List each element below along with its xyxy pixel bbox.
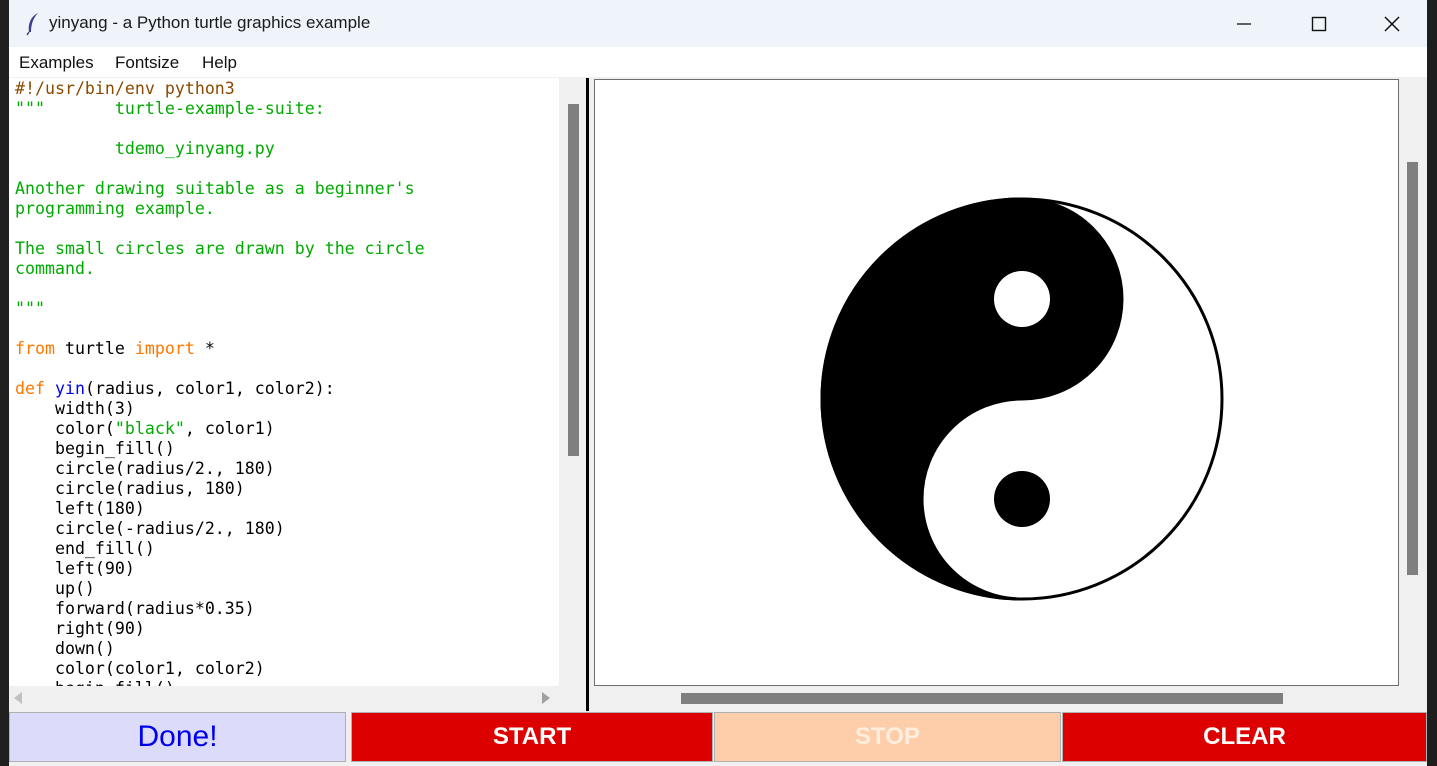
app-window: yinyang - a Python turtle graphics examp… (9, 0, 1427, 766)
code-line: forward(radius*0.35) (15, 599, 255, 619)
code-token: left(90) (15, 559, 135, 578)
minimize-icon (1237, 22, 1251, 25)
button-bar: Done! START STOP CLEAR (9, 712, 1427, 766)
yinyang-white-dot (994, 271, 1050, 327)
code-horizontal-scrollbar[interactable] (9, 686, 559, 711)
code-token: """ (15, 299, 45, 318)
maximize-icon (1311, 16, 1327, 31)
close-icon (1384, 15, 1400, 32)
code-line: def yin(radius, color1, color2): (15, 379, 335, 399)
code-line: circle(-radius/2., 180) (15, 519, 285, 539)
scroll-left-arrow-icon[interactable] (14, 692, 22, 704)
code-token: import (134, 339, 195, 358)
code-token: right(90) (15, 619, 145, 638)
code-token: width(3) (15, 399, 135, 418)
code-line: tdemo_yinyang.py (15, 139, 275, 159)
code-token: def (15, 379, 45, 398)
maximize-button[interactable] (1284, 0, 1354, 47)
code-line: """ (15, 299, 45, 319)
code-token: #!/usr/bin/env python3 (15, 79, 235, 98)
code-token: circle(-radius/2., 180) (15, 519, 285, 538)
code-token: tdemo_yinyang.py (15, 139, 275, 158)
code-token: command. (15, 259, 95, 278)
turtle-canvas[interactable] (594, 79, 1399, 686)
yinyang-drawing (820, 197, 1224, 601)
close-button[interactable] (1357, 0, 1427, 47)
canvas-vertical-scroll-thumb[interactable] (1407, 162, 1418, 575)
yinyang-black-dot (994, 471, 1050, 527)
menu-bar: Examples Fontsize Help (9, 47, 1427, 77)
code-line: end_fill() (15, 539, 155, 559)
feather-icon (26, 13, 38, 36)
code-token: begin_fill() (15, 439, 175, 458)
code-token: """ turtle-example-suite: (15, 99, 325, 118)
code-token: up() (15, 579, 95, 598)
code-token: circle(radius/2., 180) (15, 459, 275, 478)
menu-examples[interactable]: Examples (19, 53, 94, 73)
code-token: "black" (114, 419, 185, 438)
scroll-right-arrow-icon[interactable] (542, 692, 550, 704)
code-line: """ turtle-example-suite: (15, 99, 325, 119)
code-line: color("black", color1) (15, 419, 275, 439)
code-token: programming example. (15, 199, 215, 218)
code-line: left(90) (15, 559, 135, 579)
code-token: circle(radius, 180) (15, 479, 245, 498)
code-token: begin_fill() (15, 679, 175, 686)
code-line: left(180) (15, 499, 145, 519)
code-token: , color1) (184, 419, 275, 438)
clear-button[interactable]: CLEAR (1062, 712, 1427, 762)
done-button[interactable]: Done! (9, 712, 346, 762)
code-line: command. (15, 259, 95, 279)
code-token: color(color1, color2) (15, 659, 265, 678)
code-token: end_fill() (15, 539, 155, 558)
menu-help[interactable]: Help (202, 53, 237, 73)
code-token: Another drawing suitable as a beginner's (15, 179, 415, 198)
code-line: up() (15, 579, 95, 599)
canvas-horizontal-scroll-thumb[interactable] (681, 693, 1283, 704)
code-token: forward(radius*0.35) (15, 599, 255, 618)
code-token: turtle (54, 339, 135, 358)
background-desktop (0, 0, 9, 766)
code-token: The small circles are drawn by the circl… (15, 239, 425, 258)
code-vertical-scroll-thumb[interactable] (568, 104, 579, 456)
code-vertical-scrollbar[interactable] (564, 78, 584, 686)
code-line: circle(radius/2., 180) (15, 459, 275, 479)
code-token: color( (15, 419, 115, 438)
canvas-horizontal-scrollbar[interactable] (594, 688, 1399, 710)
canvas-vertical-scrollbar[interactable] (1402, 78, 1427, 686)
code-token: from (15, 339, 55, 358)
code-line: begin_fill() (15, 679, 175, 686)
code-line: The small circles are drawn by the circl… (15, 239, 425, 259)
code-line: down() (15, 639, 115, 659)
code-token: yin (54, 379, 85, 398)
code-line: from turtle import * (15, 339, 215, 359)
code-line: Another drawing suitable as a beginner's (15, 179, 415, 199)
code-line: begin_fill() (15, 439, 175, 459)
code-line: programming example. (15, 199, 215, 219)
minimize-button[interactable] (1209, 0, 1279, 47)
code-token: left(180) (15, 499, 145, 518)
code-line: circle(radius, 180) (15, 479, 245, 499)
stop-button[interactable]: STOP (714, 712, 1061, 762)
code-token: down() (15, 639, 115, 658)
code-token: * (194, 339, 215, 358)
title-bar: yinyang - a Python turtle graphics examp… (9, 0, 1427, 47)
window-title: yinyang - a Python turtle graphics examp… (49, 13, 371, 32)
start-button[interactable]: START (351, 712, 713, 762)
code-line: width(3) (15, 399, 135, 419)
code-line: right(90) (15, 619, 145, 639)
pane-divider[interactable] (586, 78, 589, 711)
code-line: #!/usr/bin/env python3 (15, 79, 235, 99)
menu-fontsize[interactable]: Fontsize (115, 53, 179, 73)
code-editor[interactable]: #!/usr/bin/env python3 """ turtle-example… (9, 78, 559, 686)
code-token: (radius, color1, color2): (84, 379, 335, 398)
code-line: color(color1, color2) (15, 659, 265, 679)
